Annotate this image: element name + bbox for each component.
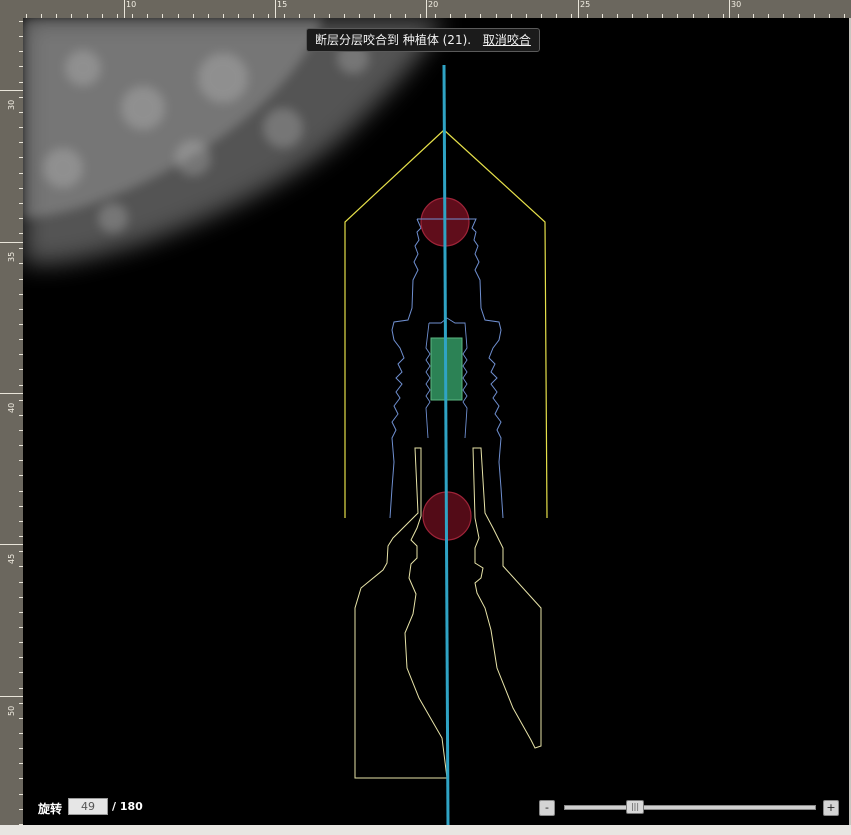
banner-text: 断层分层咬合到 种植体 (21).	[315, 33, 472, 47]
ruler-major-tick	[0, 393, 23, 394]
zoom-out-button[interactable]: -	[539, 800, 555, 816]
ruler-major-tick	[578, 0, 579, 18]
vertical-ruler: 30 35 40 45 50	[0, 18, 23, 825]
ruler-label: 15	[277, 0, 288, 9]
ruler-label: 40	[7, 402, 16, 413]
cancel-bite-link[interactable]: 取消咬合	[483, 33, 531, 47]
ruler-label: 25	[580, 0, 591, 9]
ruler-major-tick	[275, 0, 276, 18]
ruler-label: 50	[7, 705, 16, 716]
rotation-input[interactable]	[68, 798, 108, 815]
ruler-label: 10	[126, 0, 137, 9]
abutment-right-outline	[472, 447, 542, 749]
ruler-major-tick	[426, 0, 427, 18]
zoom-in-button[interactable]: +	[823, 800, 839, 816]
ruler-label: 30	[7, 99, 16, 110]
ruler-label: 20	[428, 0, 439, 9]
ruler-label: 45	[7, 553, 16, 564]
rotation-label: 旋转	[38, 802, 63, 816]
ruler-major-tick	[0, 242, 23, 243]
ct-slice-viewport[interactable]: 断层分层咬合到 种植体 (21). 取消咬合 旋转 / 180 - ||| +	[23, 18, 849, 825]
bottom-border	[0, 825, 851, 835]
horizontal-ruler: 10 15 20 25 30	[0, 0, 851, 18]
ruler-major-tick	[0, 90, 23, 91]
ruler-major-tick	[729, 0, 730, 18]
zoom-slider-thumb[interactable]: |||	[626, 800, 644, 814]
ruler-major-tick	[0, 696, 23, 697]
upper-marker	[417, 197, 476, 247]
zoom-slider-track[interactable]	[564, 805, 816, 810]
ruler-major-tick	[0, 544, 23, 545]
ruler-major-tick	[124, 0, 125, 18]
ruler-label: 35	[7, 251, 16, 262]
bite-notification-banner: 断层分层咬合到 种植体 (21). 取消咬合	[306, 28, 540, 52]
ruler-label: 30	[731, 0, 742, 9]
rotation-total: / 180	[112, 800, 143, 813]
implant-planning-overlay	[344, 64, 548, 825]
implant-axis-line	[442, 64, 450, 825]
